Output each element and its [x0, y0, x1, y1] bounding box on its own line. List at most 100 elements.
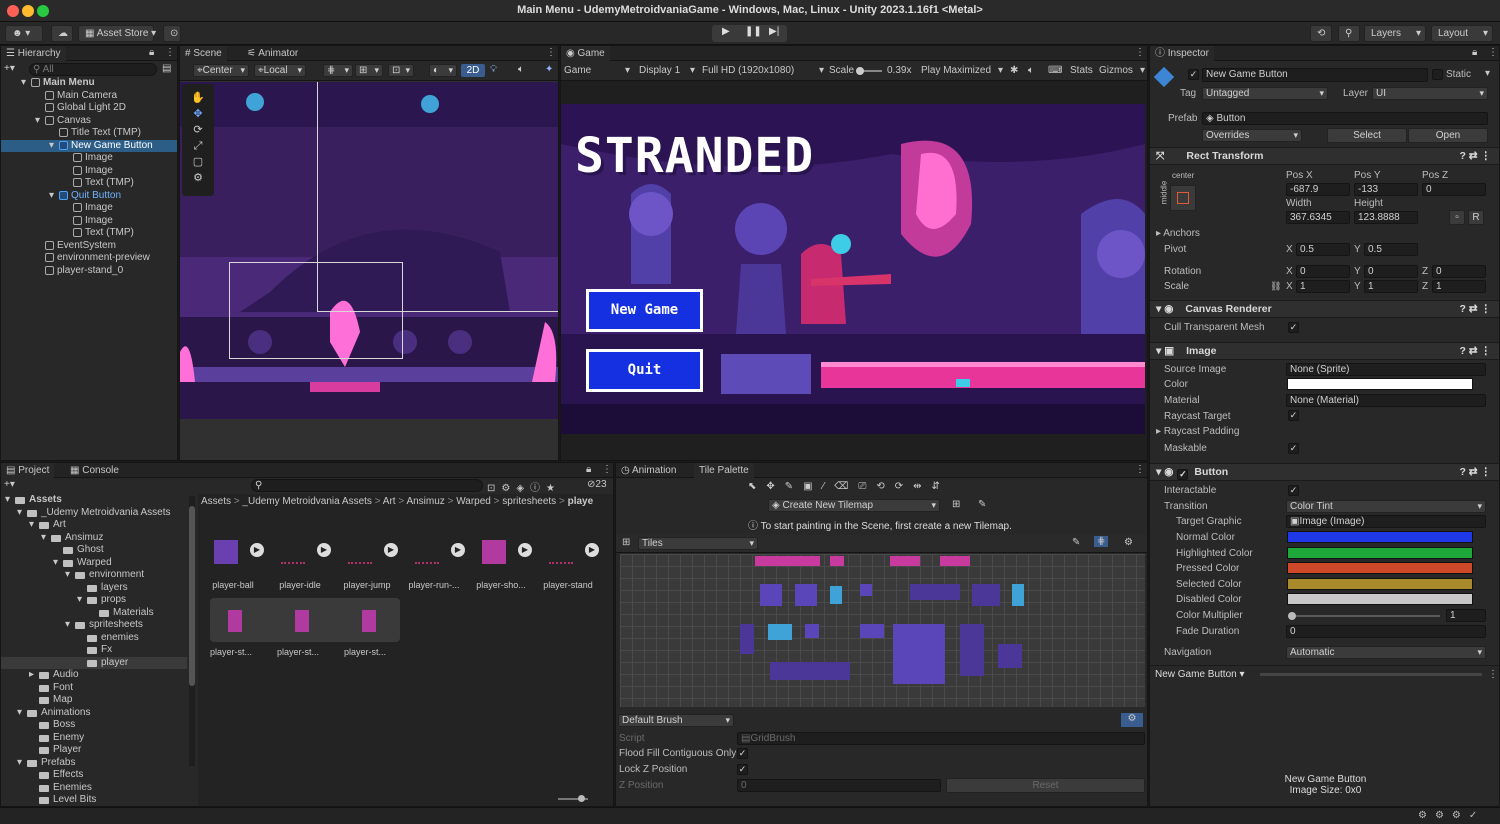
hierarchy-item[interactable]: ▾ Canvas — [1, 115, 177, 127]
tag-dropdown[interactable]: Untagged — [1202, 87, 1328, 100]
hierarchy-item[interactable]: EventSystem — [1, 240, 177, 252]
project-folder[interactable]: ▾ _Udemy Metroidvania Assets — [1, 507, 187, 519]
disabled-color-swatch[interactable] — [1287, 593, 1473, 605]
highlighted-color-swatch[interactable] — [1287, 547, 1473, 559]
palette-dropdown[interactable]: Tiles — [638, 537, 758, 550]
foldout-arrow-icon[interactable]: ▾ — [21, 77, 26, 89]
menu-icon[interactable]: ⋮ — [1488, 669, 1498, 680]
tile-grid[interactable] — [620, 554, 1145, 707]
foldout-arrow-icon[interactable]: ▾ — [17, 757, 22, 769]
mute-icon[interactable]: 🔈︎ — [1028, 64, 1034, 77]
posy-field[interactable]: -133 — [1354, 183, 1418, 196]
pivot-y-field[interactable]: 0.5 — [1364, 243, 1418, 256]
audio-icon[interactable]: 🔈︎ — [518, 64, 524, 75]
project-folder[interactable]: ▾ Animations — [1, 707, 187, 719]
game-view-dropdown[interactable]: Game ▾ — [564, 64, 630, 77]
canvas-renderer-header[interactable]: ▾ ◉ Canvas Renderer? ⇄ ⋮ — [1150, 300, 1499, 318]
project-folder[interactable]: ▸ Audio — [1, 669, 187, 681]
foldout-arrow-icon[interactable]: ▾ — [49, 140, 54, 152]
grid-snapping-dropdown[interactable]: ⋕ — [323, 64, 353, 77]
rect-transform-header[interactable]: ⤧ Rect Transform? ⇄ ⋮ — [1150, 147, 1499, 165]
cloud-icon[interactable]: ☁ — [51, 25, 73, 42]
lock-icon[interactable]: 🔒︎ — [149, 47, 154, 58]
filter-icon[interactable]: ▤ — [162, 63, 171, 74]
foldout-arrow-icon[interactable]: ▾ — [17, 707, 22, 719]
asset-store-button[interactable]: ▦ Asset Store ▾ — [78, 25, 156, 42]
layout-dropdown[interactable]: Layout ▾ — [1431, 25, 1493, 42]
asset-thumbnail[interactable]: ▶ — [206, 530, 264, 574]
asset-thumbnail[interactable]: ▶ — [340, 530, 398, 574]
breadcrumb-item[interactable]: Assets — [201, 496, 231, 507]
brush-dropdown[interactable]: Default Brush — [618, 714, 734, 727]
button-header[interactable]: ▾ ◉ ✓ Button? ⇄ ⋮ — [1150, 463, 1499, 481]
scene-viewport[interactable]: ✋ ✥ ⟳ ⤢ ▢ ⚙ — [180, 82, 558, 419]
lighting-icon[interactable]: 💡︎ — [490, 64, 497, 75]
expand-sprites-icon[interactable]: ▶ — [585, 543, 599, 557]
posx-field[interactable]: -687.9 — [1286, 183, 1350, 196]
color-swatch[interactable] — [1287, 378, 1473, 390]
project-folder[interactable]: player — [1, 656, 187, 669]
scale-slider[interactable] — [856, 67, 882, 75]
resolution-dropdown[interactable]: Full HD (1920x1080) ▾ — [702, 64, 824, 77]
zoom-slider[interactable] — [558, 795, 588, 802]
pressed-color-swatch[interactable] — [1287, 562, 1473, 574]
select-button[interactable]: Select — [1327, 128, 1407, 143]
hierarchy-item[interactable]: Main Camera — [1, 90, 177, 102]
grid-toggle-icon[interactable]: ⋕ — [1094, 536, 1109, 547]
tab-project[interactable]: ▤ Project — [1, 463, 55, 478]
maskable-checkbox[interactable]: ✓ — [1288, 443, 1299, 454]
bug-icon[interactable]: ✱ — [1010, 64, 1018, 77]
expand-sprites-icon[interactable]: ▶ — [384, 543, 398, 557]
foldout-arrow-icon[interactable]: ▾ — [53, 557, 58, 569]
static-checkbox[interactable] — [1432, 69, 1443, 80]
hierarchy-item[interactable]: Image — [1, 202, 177, 214]
project-folder[interactable]: layers — [1, 582, 187, 594]
scale-z-field[interactable]: 1 — [1432, 280, 1486, 293]
tab-hierarchy[interactable]: ☰ Hierarchy — [1, 46, 66, 61]
foldout-arrow-icon[interactable]: ▾ — [41, 532, 46, 544]
project-folder[interactable]: Materials — [1, 607, 187, 619]
rot-x-field[interactable]: 0 — [1296, 265, 1350, 278]
multiplier-field[interactable]: 1 — [1446, 609, 1486, 622]
project-search-input[interactable]: ⚲ — [251, 479, 483, 492]
hierarchy-item[interactable]: Image — [1, 215, 177, 227]
tab-animation[interactable]: ◷ Animation — [616, 463, 681, 478]
breadcrumb-item[interactable]: playe — [568, 496, 594, 507]
pivot-x-field[interactable]: 0.5 — [1296, 243, 1350, 256]
reset-button[interactable]: Reset — [946, 778, 1145, 793]
lock-z-checkbox[interactable]: ✓ — [737, 764, 748, 775]
foldout-arrow-icon[interactable]: ▾ — [65, 569, 70, 581]
mode-2d-toggle[interactable]: 2D — [461, 64, 485, 77]
active-checkbox[interactable]: ✓ — [1188, 69, 1199, 80]
breadcrumb-item[interactable]: Ansimuz — [406, 496, 444, 507]
foldout-arrow-icon[interactable]: ▸ — [29, 669, 34, 681]
palette-settings-icon[interactable]: ⚙ — [1124, 537, 1133, 548]
package-icon[interactable]: ⊙ — [163, 25, 181, 42]
footer-object-dropdown[interactable]: New Game Button ▾ — [1155, 669, 1245, 680]
width-field[interactable]: 367.6345 — [1286, 211, 1350, 224]
create-tilemap-dropdown[interactable]: ◈ Create New Tilemap — [768, 499, 940, 512]
project-folder[interactable]: Enemies — [1, 782, 187, 794]
space-dropdown[interactable]: ⌖Local — [254, 64, 306, 77]
hierarchy-item[interactable]: Image — [1, 152, 177, 164]
keyboard-icon[interactable]: ⌨ — [1048, 64, 1062, 77]
project-folder[interactable]: Enemy — [1, 732, 187, 744]
project-folder[interactable]: ▾ Prefabs — [1, 757, 187, 769]
lock-icon[interactable]: 🔒︎ — [586, 464, 591, 475]
overrides-dropdown[interactable]: Overrides — [1202, 129, 1302, 142]
project-folder[interactable]: ▾ environment — [1, 569, 187, 581]
hierarchy-item[interactable]: Text (TMP) — [1, 227, 177, 239]
selected-color-swatch[interactable] — [1287, 578, 1473, 590]
stats-toggle[interactable]: Stats — [1070, 64, 1093, 77]
source-image-field[interactable]: None (Sprite) — [1286, 363, 1486, 376]
edit-palette-icon[interactable]: ✎ — [1072, 537, 1080, 548]
tab-console[interactable]: ▦ Console — [65, 463, 124, 478]
foldout-arrow-icon[interactable]: ▾ — [29, 519, 34, 531]
status-icons[interactable]: ⚙⚙⚙✓ — [1418, 810, 1485, 821]
brush-settings-icon[interactable]: ⚙ — [1121, 713, 1143, 727]
hierarchy-item[interactable]: ▾ Main Menu — [1, 77, 177, 89]
anchor-preset-button[interactable] — [1170, 185, 1196, 211]
tab-inspector[interactable]: ⓘ Inspector — [1150, 46, 1214, 61]
lock-icon[interactable]: 🔒︎ — [1472, 47, 1477, 58]
anchors-foldout[interactable]: ▸ Anchors — [1156, 228, 1200, 239]
